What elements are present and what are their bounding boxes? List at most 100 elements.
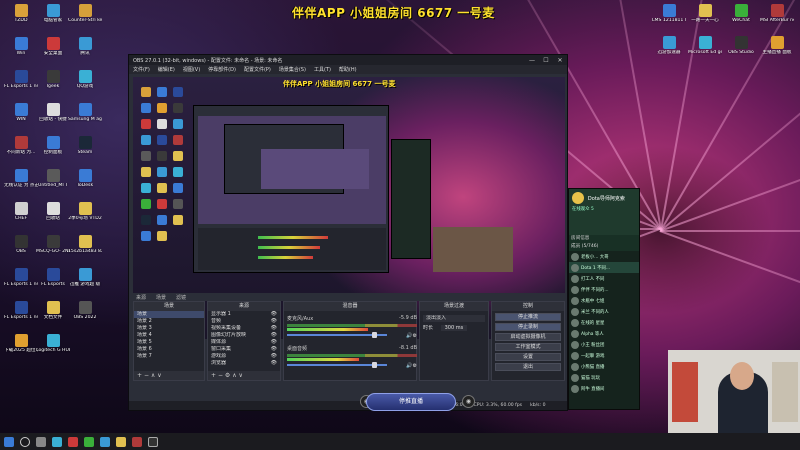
app-icon[interactable]	[68, 436, 78, 447]
folder-icon[interactable]	[116, 436, 126, 447]
desktop-icon[interactable]: MSI AfterBur ner	[760, 4, 794, 23]
exit-button[interactable]: 退出	[495, 363, 561, 371]
volume-slider[interactable]	[287, 332, 387, 338]
desktop-icon[interactable]: Samsung M agician	[68, 103, 102, 122]
move-up-icon[interactable]: ∧	[232, 372, 236, 379]
chat-user-item[interactable]: 打工人 不同	[569, 273, 639, 284]
desktop-icon[interactable]: MSCQ-GO- 2NES HOOK...	[36, 235, 70, 254]
maximize-button[interactable]: ☐	[539, 57, 553, 64]
source-item[interactable]: 浏览器 👁	[208, 360, 280, 367]
duration-input[interactable]: 300 ms	[440, 325, 468, 331]
remove-source-icon[interactable]: −	[218, 372, 223, 379]
virtual-camera-button[interactable]: 启动虚拟摄像机	[495, 333, 561, 341]
menu-docks[interactable]: 停靠部件(D)	[208, 66, 236, 73]
desktop-icon[interactable]: 迅游加速器	[652, 36, 686, 55]
desktop-icon[interactable]: Win	[4, 37, 38, 56]
source-item[interactable]: 窗口采集 👁	[208, 346, 280, 353]
desktop-icon[interactable]: 腾讯	[68, 37, 102, 56]
visibility-eye-icon[interactable]: 👁	[271, 339, 277, 346]
source-item[interactable]: 视频采集设备 👁	[208, 325, 280, 332]
chat-user-item[interactable]: 水瓶中 七姐	[569, 295, 639, 306]
minimize-button[interactable]: —	[525, 57, 539, 64]
search-icon[interactable]	[20, 436, 30, 447]
start-icon[interactable]	[4, 436, 14, 447]
desktop-icon[interactable]: FL Esports 1 nstaller V5...	[4, 70, 38, 89]
scene-item[interactable]: 场景 2	[134, 318, 204, 325]
volume-slider[interactable]	[287, 362, 387, 368]
chat-user-item[interactable]: Dota 1 不同...	[569, 262, 639, 273]
source-item[interactable]: 游戏源 👁	[208, 353, 280, 360]
desktop-icon[interactable]: QQ游戏	[68, 70, 102, 89]
scene-item[interactable]: 场景 5	[134, 339, 204, 346]
menu-tools[interactable]: 工具(T)	[314, 66, 331, 73]
desktop-icon[interactable]: OBS Studio	[724, 36, 758, 55]
visibility-eye-icon[interactable]: 👁	[271, 360, 277, 367]
desktop-icon[interactable]: Steam	[68, 136, 102, 155]
add-scene-icon[interactable]: +	[137, 372, 142, 379]
stop-streaming-button[interactable]: 停止推流	[495, 313, 561, 321]
visibility-eye-icon[interactable]: 👁	[271, 346, 277, 353]
desktop-icon[interactable]: Untitled_MI T	[36, 169, 70, 188]
stop-recording-button[interactable]: 停止录制	[495, 323, 561, 331]
close-button[interactable]: ✕	[553, 57, 567, 64]
visibility-eye-icon[interactable]: 👁	[271, 311, 277, 318]
speaker-icon[interactable]: 🔊⚙	[406, 333, 417, 339]
desktop-icon[interactable]: 无线认证 为 点击一键	[4, 169, 38, 188]
visibility-eye-icon[interactable]: 👁	[271, 325, 277, 332]
desktop-icon[interactable]: FL Esports 1 nstaller V5...	[4, 268, 38, 287]
scene-item[interactable]: 场景	[134, 311, 204, 318]
menu-scene-collection[interactable]: 场景集合(S)	[279, 66, 306, 73]
wechat-icon[interactable]	[84, 436, 94, 447]
scene-item[interactable]: 场景 4	[134, 332, 204, 339]
desktop-icon[interactable]: 回收站	[36, 202, 70, 221]
desktop-icon[interactable]: WIN	[4, 103, 38, 122]
transition-select[interactable]: 淡出淡入	[423, 315, 485, 322]
desktop-icon[interactable]: Igeek	[36, 70, 70, 89]
edge-icon[interactable]	[52, 436, 62, 447]
remove-scene-icon[interactable]: −	[144, 372, 149, 379]
task-view-icon[interactable]	[36, 436, 46, 447]
right-round-button[interactable]: ◉	[462, 395, 475, 408]
chat-user-item[interactable]: 一起聊 游戏	[569, 350, 639, 361]
gear-icon[interactable]: ⚙	[225, 372, 230, 379]
desktop-icon[interactable]: 2季0号场 VTD2	[68, 202, 102, 221]
source-item[interactable]: 图像幻灯片放映 👁	[208, 332, 280, 339]
desktop-icon[interactable]: Microsoft Ed ge	[688, 36, 722, 55]
desktop-icon[interactable]: OBS	[4, 235, 38, 254]
chat-user-item[interactable]: Alpha 等人	[569, 328, 639, 339]
visibility-eye-icon[interactable]: 👁	[271, 318, 277, 325]
desktop-icon[interactable]: 一路一天一心	[688, 4, 722, 23]
desktop-icon[interactable]: ToDesk	[68, 169, 102, 188]
move-down-icon[interactable]: ∨	[157, 372, 161, 379]
visibility-eye-icon[interactable]: 👁	[271, 332, 277, 339]
desktop-icon[interactable]: 安全桌面	[36, 37, 70, 56]
chat-user-item[interactable]: 米兰 不同的人	[569, 306, 639, 317]
desktop-icon[interactable]: 控制面板	[36, 136, 70, 155]
chat-user-item[interactable]: 阿牛 直播间	[569, 383, 639, 394]
chat-user-item[interactable]: 小熊猫 直播	[569, 361, 639, 372]
stop-live-button[interactable]: 停推直播	[366, 393, 456, 411]
move-up-icon[interactable]: ∧	[151, 372, 155, 379]
dock-tab-sources[interactable]: 来源	[136, 294, 146, 301]
scene-item[interactable]: 场景 6	[134, 346, 204, 353]
studio-mode-button[interactable]: 工作室模式	[495, 343, 561, 351]
menu-edit[interactable]: 编辑(E)	[158, 66, 175, 73]
move-down-icon[interactable]: ∨	[239, 372, 243, 379]
source-item[interactable]: 显示器 1 👁	[208, 311, 280, 318]
obs-icon[interactable]	[148, 436, 158, 447]
desktop-icon[interactable]: Counter-Stri ke	[68, 4, 102, 23]
desktop-icon[interactable]: FL Esports 1 nstaller V5...	[4, 301, 38, 320]
desktop-icon[interactable]: LMS 1211811 8220...	[652, 4, 686, 23]
chat-user-item[interactable]: 猫猫 玩玩	[569, 372, 639, 383]
menu-help[interactable]: 帮助(H)	[339, 66, 357, 73]
scene-item[interactable]: 场景 7	[134, 353, 204, 360]
app-icon[interactable]	[100, 436, 110, 447]
menu-profile[interactable]: 配置文件(P)	[244, 66, 271, 73]
source-item[interactable]: 媒体源 👁	[208, 339, 280, 346]
obs-titlebar[interactable]: OBS 27.0.1 (32-bit, windows) - 配置文件: 未命名…	[129, 55, 567, 65]
chat-user-item[interactable]: 在线的 星星	[569, 317, 639, 328]
desktop-icon[interactable]: 迅推 游戏超 级	[68, 268, 102, 287]
desktop-icon[interactable]: 不同新站 为...	[4, 136, 38, 155]
desktop-icon[interactable]: TZDD	[4, 4, 38, 23]
desktop-icon[interactable]: 15s2b1a483 8X1 VLSIS...	[68, 235, 102, 254]
